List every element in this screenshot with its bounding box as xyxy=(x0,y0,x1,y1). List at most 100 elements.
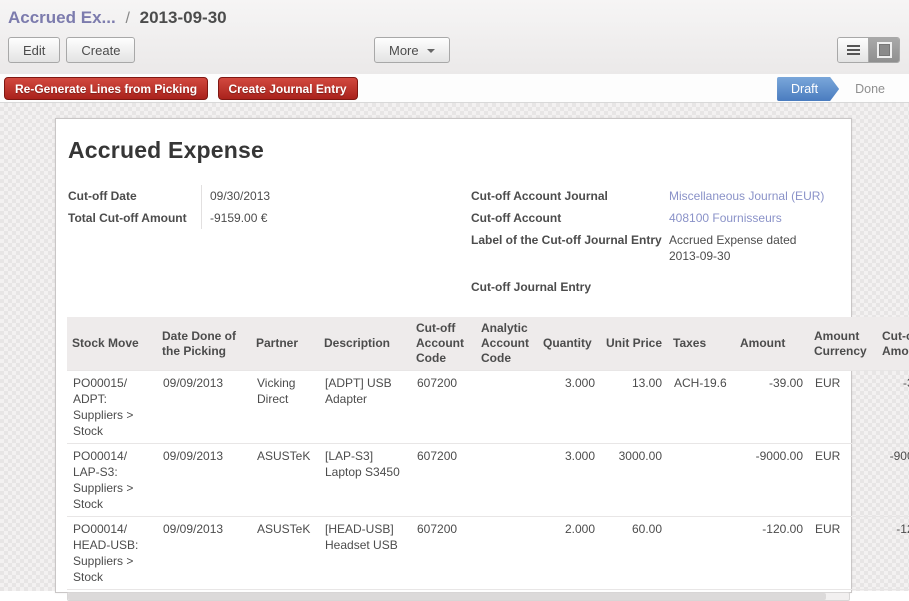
table-cell: Vicking Direct xyxy=(251,371,319,444)
field-label: Cut-off Journal Entry xyxy=(471,276,669,298)
form-view-button[interactable] xyxy=(868,38,899,62)
breadcrumb-parent-link[interactable]: Accrued Ex... xyxy=(8,8,116,27)
table-cell: -39.00 xyxy=(735,371,809,444)
status-state-draft[interactable]: Draft xyxy=(777,77,839,101)
table-cell: PO00015/​ADPT: Suppliers > Stock xyxy=(67,371,157,444)
left_fields-field-row: Cut-off Date09/30/2013 xyxy=(68,185,471,207)
table-cell: ACH-19.6 xyxy=(668,371,735,444)
table-cell: -9000.00 xyxy=(877,444,909,517)
field-value: Accrued Expense dated 2013-09-30 xyxy=(669,229,829,267)
table-cell: 3.000 xyxy=(538,444,601,517)
field-group-left: Cut-off Date09/30/2013Total Cut-off Amou… xyxy=(68,185,471,298)
horizontal-scrollbar[interactable] xyxy=(67,592,850,601)
field-value-link[interactable]: 408100 Fournisseurs xyxy=(669,207,829,229)
column-header[interactable]: Unit Price xyxy=(601,317,668,371)
table-row[interactable]: PO00014/​HEAD-USB: Suppliers > Stock09/0… xyxy=(67,517,909,590)
table-cell: -120.00 xyxy=(735,517,809,590)
column-header[interactable]: Cut-off Amount xyxy=(877,317,909,371)
table-cell xyxy=(668,444,735,517)
table-cell: -39.00 xyxy=(877,371,909,444)
more-button[interactable]: More xyxy=(374,37,450,63)
scrollbar-thumb[interactable] xyxy=(68,593,826,600)
table-cell: -9000.00 xyxy=(735,444,809,517)
column-header[interactable]: Cut-off Account Code xyxy=(411,317,476,371)
column-header[interactable]: Stock Move xyxy=(67,317,157,371)
toolbar-left: Edit Create xyxy=(8,37,135,63)
column-header[interactable]: Analytic Account Code xyxy=(476,317,538,371)
table-cell: PO00014/​HEAD-USB: Suppliers > Stock xyxy=(67,517,157,590)
left_fields-field-row: Total Cut-off Amount-9159.00 € xyxy=(68,207,471,229)
table-cell xyxy=(668,517,735,590)
column-header[interactable]: Amount xyxy=(735,317,809,371)
list-view-icon xyxy=(847,45,860,47)
create-button[interactable]: Create xyxy=(66,37,135,63)
status-row: Re-Generate Lines from Picking Create Jo… xyxy=(0,74,909,103)
right_fields-field-row: Label of the Cut-off Journal EntryAccrue… xyxy=(471,229,851,267)
breadcrumb-current: 2013-09-30 xyxy=(140,8,227,27)
table-cell: 3.000 xyxy=(538,371,601,444)
column-header[interactable]: Amount Currency xyxy=(809,317,877,371)
table-cell: 13.00 xyxy=(601,371,668,444)
create-journal-entry-button[interactable]: Create Journal Entry xyxy=(218,77,358,100)
regenerate-lines-button[interactable]: Re-Generate Lines from Picking xyxy=(4,77,208,100)
field-group-right: Cut-off Account JournalMiscellaneous Jou… xyxy=(471,185,851,298)
right_fields-field-row: Cut-off Account408100 Fournisseurs xyxy=(471,207,851,229)
table-cell xyxy=(476,371,538,444)
table-cell: 09/09/2013 xyxy=(157,517,251,590)
field-groups: Cut-off Date09/30/2013Total Cut-off Amou… xyxy=(68,185,851,298)
lines-table-wrap: Stock MoveDate Done of the PickingPartne… xyxy=(67,317,851,601)
view-switcher xyxy=(837,37,900,63)
table-cell xyxy=(476,517,538,590)
field-label: Cut-off Date xyxy=(68,185,201,207)
field-value: -9159.00 € xyxy=(201,207,267,229)
field-label: Total Cut-off Amount xyxy=(68,207,201,229)
table-cell: 60.00 xyxy=(601,517,668,590)
status-state-done[interactable]: Done xyxy=(839,77,901,101)
table-cell: [LAP-S3] Laptop S3450 xyxy=(319,444,411,517)
edit-button[interactable]: Edit xyxy=(8,37,60,63)
table-cell: 607200 xyxy=(411,444,476,517)
table-header-row: Stock MoveDate Done of the PickingPartne… xyxy=(67,317,909,371)
form-title: Accrued Expense xyxy=(68,137,851,164)
column-header[interactable]: Partner xyxy=(251,317,319,371)
table-cell: 607200 xyxy=(411,517,476,590)
table-cell: 3000.00 xyxy=(601,444,668,517)
table-cell: 2.000 xyxy=(538,517,601,590)
table-cell: ASUSTeK xyxy=(251,517,319,590)
more-button-label: More xyxy=(389,43,419,58)
breadcrumb-separator: / xyxy=(120,10,134,27)
statusbar: Draft Done xyxy=(777,77,901,101)
column-header[interactable]: Date Done of the Picking xyxy=(157,317,251,371)
table-cell: [HEAD-USB] Headset USB xyxy=(319,517,411,590)
table-row[interactable]: PO00015/​ADPT: Suppliers > Stock09/09/20… xyxy=(67,371,909,444)
lines-table: Stock MoveDate Done of the PickingPartne… xyxy=(67,317,909,590)
table-cell: 607200 xyxy=(411,371,476,444)
field-value: 09/30/2013 xyxy=(201,185,270,207)
table-cell: ASUSTeK xyxy=(251,444,319,517)
field-label: Cut-off Account xyxy=(471,207,669,229)
list-view-button[interactable] xyxy=(838,38,868,62)
form-view-icon xyxy=(877,42,892,58)
right_fields-field-row: Cut-off Account JournalMiscellaneous Jou… xyxy=(471,185,851,207)
right_fields-field-row: Cut-off Journal Entry xyxy=(471,276,851,298)
table-cell: PO00014/​LAP-S3: Suppliers > Stock xyxy=(67,444,157,517)
field-value xyxy=(669,276,829,282)
chevron-down-icon xyxy=(427,49,435,53)
table-cell: 09/09/2013 xyxy=(157,371,251,444)
table-cell: 09/09/2013 xyxy=(157,444,251,517)
table-cell: -120.00 xyxy=(877,517,909,590)
table-row[interactable]: PO00014/​LAP-S3: Suppliers > Stock09/09/… xyxy=(67,444,909,517)
field-value-link[interactable]: Miscellaneous Journal (EUR) xyxy=(669,185,829,207)
content-area: Accrued Expense Cut-off Date09/30/2013To… xyxy=(0,103,909,591)
form-sheet: Accrued Expense Cut-off Date09/30/2013To… xyxy=(55,118,852,593)
column-header[interactable]: Taxes xyxy=(668,317,735,371)
table-cell: [ADPT] USB Adapter xyxy=(319,371,411,444)
field-label: Label of the Cut-off Journal Entry xyxy=(471,229,669,251)
control-panel: Accrued Ex... / 2013-09-30 Edit Create M… xyxy=(0,0,909,74)
table-cell: EUR xyxy=(809,444,877,517)
field-label: Cut-off Account Journal xyxy=(471,185,669,207)
column-header[interactable]: Description xyxy=(319,317,411,371)
column-header[interactable]: Quantity xyxy=(538,317,601,371)
more-dropdown: More xyxy=(374,37,450,63)
table-cell xyxy=(476,444,538,517)
